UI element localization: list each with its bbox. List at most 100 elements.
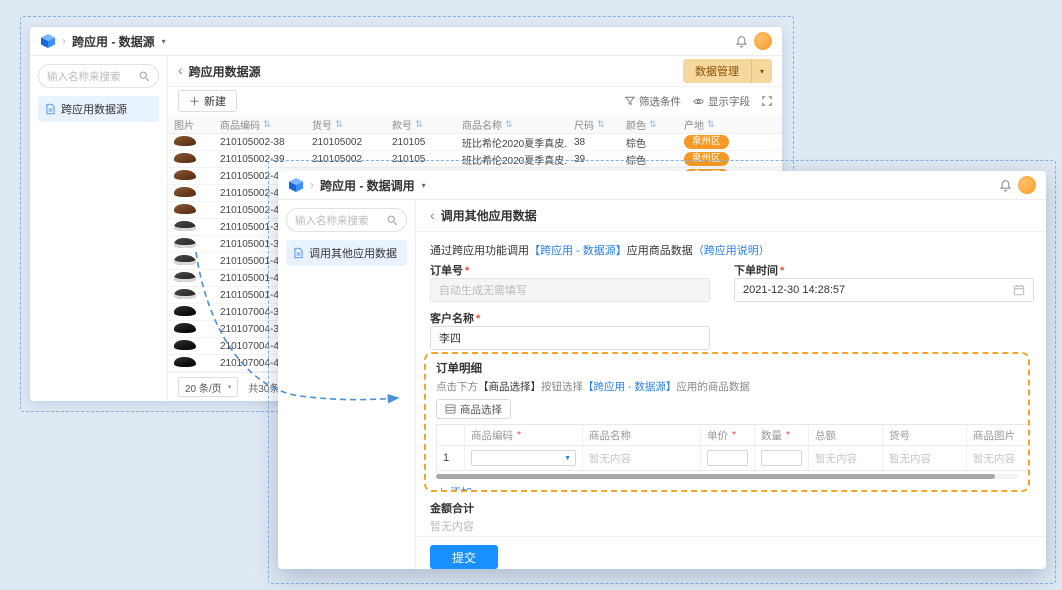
back-icon[interactable]: ‹	[178, 63, 183, 77]
product-image	[174, 187, 196, 197]
window1-page-title-row: ‹ 跨应用数据源 数据管理 ▾	[168, 56, 782, 87]
product-code-cell: 210105002-38	[214, 137, 306, 148]
order-detail-highlight-box: 订单明细 点击下方【商品选择】按钮选择【跨应用 - 数据源】应用的商品数据 商品…	[424, 352, 1030, 492]
product-select-button[interactable]: 商品选择	[436, 399, 511, 419]
new-record-button[interactable]: ＋ 新建	[178, 90, 237, 112]
item-no-cell: 暂无内容	[883, 446, 967, 470]
detail-column-header-0: 商品编码*	[465, 425, 583, 445]
column-header-3[interactable]: 款号⇅	[386, 117, 456, 132]
window1-sidebar: 输入名称来搜索 跨应用数据源	[30, 56, 168, 401]
product-image-cell	[168, 136, 214, 149]
app-title[interactable]: 跨应用 - 数据调用	[320, 177, 415, 194]
product-image-cell	[168, 340, 214, 353]
column-header-7[interactable]: 产地⇅	[678, 117, 782, 132]
order-time-input[interactable]: 2021-12-30 14:28:57	[734, 278, 1034, 302]
fullscreen-icon[interactable]	[762, 96, 772, 106]
detail-table-header: 商品编码*商品名称单价*数量*总额货号商品图片	[437, 425, 1030, 446]
product-image-cell	[168, 357, 214, 370]
intro-text: 通过跨应用功能调用【跨应用 - 数据源】应用商品数据（跨应用说明）	[430, 242, 770, 258]
empty-placeholder: 暂无内容	[815, 451, 857, 466]
link-datasource-app[interactable]: 【跨应用 - 数据源】	[583, 381, 676, 393]
fields-label: 显示字段	[708, 94, 750, 109]
sidebar-item-datasource[interactable]: 跨应用数据源	[38, 96, 159, 122]
add-row-button[interactable]: ＋ 添加	[436, 484, 472, 492]
product-code-select[interactable]: ▼	[465, 446, 583, 470]
window2-sidebar: 输入名称来搜索 调用其他应用数据	[278, 200, 416, 569]
sort-icon[interactable]: ⇅	[707, 119, 715, 130]
chevron-down-icon[interactable]: ▼	[564, 455, 571, 462]
empty-placeholder: 暂无内容	[589, 451, 631, 466]
total-amount-label: 金额合计	[430, 500, 474, 516]
filter-button[interactable]: 筛选条件	[625, 94, 681, 109]
customer-input[interactable]: 李四	[430, 326, 710, 350]
product-name-cell: 班比希伦2020夏季真皮...	[456, 135, 568, 150]
sort-icon[interactable]: ⇅	[335, 119, 343, 130]
column-label: 总额	[815, 428, 836, 443]
product-image	[174, 323, 196, 333]
sort-icon[interactable]: ⇅	[505, 119, 513, 130]
product-image	[174, 238, 196, 248]
unit-price-input[interactable]	[701, 446, 755, 470]
product-name-cell: 暂无内容	[583, 446, 701, 470]
link-datasource-app[interactable]: 【跨应用 - 数据源】	[529, 245, 627, 257]
column-header-6[interactable]: 颜色⇅	[620, 117, 678, 132]
unit-price-input[interactable]	[707, 450, 748, 466]
order-time-label: 下单时间*	[734, 262, 784, 278]
sort-icon[interactable]: ⇅	[263, 119, 271, 130]
product-image-cell	[168, 255, 214, 268]
avatar[interactable]	[754, 32, 772, 50]
size-cell: 38	[568, 137, 620, 148]
search-input[interactable]: 输入名称来搜索	[286, 208, 407, 232]
search-placeholder: 输入名称来搜索	[295, 213, 369, 228]
column-header-5[interactable]: 尺码⇅	[568, 117, 620, 132]
calendar-icon[interactable]	[1013, 284, 1025, 296]
page-title: 调用其他应用数据	[441, 207, 537, 224]
breadcrumb-separator: ›	[310, 178, 314, 192]
required-star: *	[780, 265, 784, 277]
scrollbar-thumb[interactable]	[436, 474, 995, 479]
product-image	[174, 221, 196, 231]
avatar[interactable]	[1018, 176, 1036, 194]
display-fields-button[interactable]: 显示字段	[693, 94, 750, 109]
back-icon[interactable]: ‹	[430, 208, 435, 222]
quantity-input[interactable]	[761, 450, 802, 466]
product-image-cell	[168, 204, 214, 217]
chevron-down-icon[interactable]: ▾	[751, 59, 772, 83]
order-no-input: 自动生成无需填写	[430, 278, 710, 302]
sort-icon[interactable]: ⇅	[597, 119, 605, 130]
column-header-4[interactable]: 商品名称⇅	[456, 117, 568, 132]
plus-icon: ＋	[436, 484, 447, 492]
link-cross-app-help[interactable]: （跨应用说明）	[693, 245, 770, 257]
submit-button[interactable]: 提交	[430, 545, 498, 569]
column-header-2[interactable]: 货号⇅	[306, 117, 386, 132]
product-image	[174, 272, 196, 282]
search-input[interactable]: 输入名称来搜索	[38, 64, 159, 88]
page-size-select[interactable]: 20 条/页 ▾	[178, 377, 238, 397]
sort-icon[interactable]: ⇅	[415, 119, 423, 130]
product-image-cell	[168, 187, 214, 200]
total-amount-cell: 暂无内容	[809, 446, 883, 470]
column-header-1[interactable]: 商品编码⇅	[214, 117, 306, 132]
product-image-cell	[168, 170, 214, 183]
order-no-placeholder: 自动生成无需填写	[439, 282, 527, 298]
product-code-combobox[interactable]: ▼	[471, 450, 576, 466]
notification-bell-icon[interactable]	[999, 179, 1012, 192]
data-manage-button[interactable]: 数据管理 ▾	[683, 59, 772, 83]
row-index: 1	[437, 446, 465, 470]
sort-icon[interactable]: ⇅	[649, 119, 657, 130]
detail-column-header-2: 单价*	[701, 425, 755, 445]
table-row[interactable]: 210105002-38210105002210105班比希伦2020夏季真皮.…	[168, 134, 782, 151]
app-title[interactable]: 跨应用 - 数据源	[72, 33, 155, 50]
product-image-cell	[168, 238, 214, 251]
detail-column-header-5: 货号	[883, 425, 967, 445]
required-star: *	[732, 429, 736, 441]
sidebar-item-call-data[interactable]: 调用其他应用数据	[286, 240, 407, 266]
column-label: 款号	[392, 117, 412, 132]
page-size-value: 20 条/页	[185, 380, 222, 395]
horizontal-scrollbar[interactable]	[436, 474, 1018, 479]
quantity-input[interactable]	[755, 446, 809, 470]
notification-bell-icon[interactable]	[735, 35, 748, 48]
intro-part: 通过跨应用功能调用	[430, 245, 529, 257]
detail-table-row[interactable]: 1▼暂无内容暂无内容暂无内容暂无内容	[437, 446, 1030, 470]
search-placeholder: 输入名称来搜索	[47, 69, 121, 84]
